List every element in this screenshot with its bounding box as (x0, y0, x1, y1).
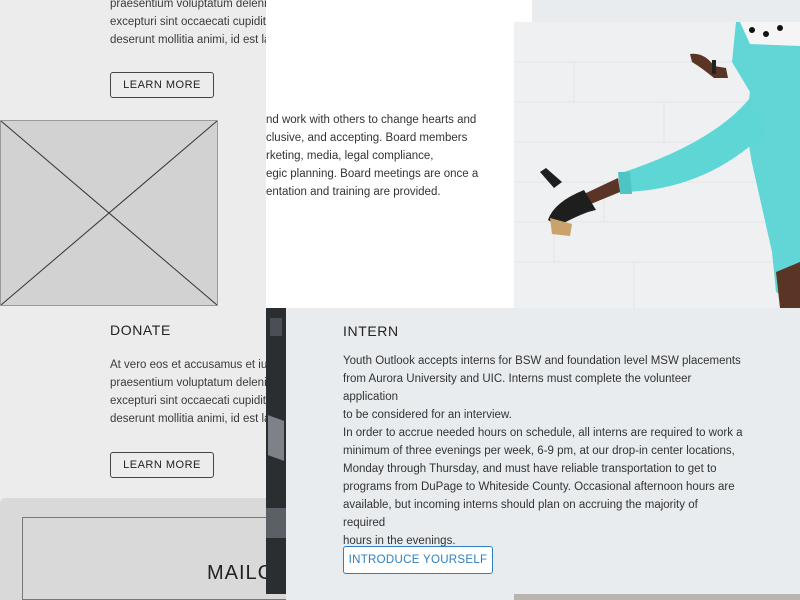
kick-photo (514, 22, 800, 308)
image-placeholder (0, 120, 218, 306)
introduce-yourself-button[interactable]: INTRODUCE YOURSELF (343, 546, 493, 574)
kicking-leg-illustration (514, 22, 800, 308)
text-line: from Aurora University and UIC. Interns … (343, 373, 692, 403)
learn-more-button[interactable]: LEARN MORE (110, 72, 214, 98)
text-line: to be considered for an interview. (343, 409, 512, 421)
text-line: rketing, media, legal compliance, (266, 150, 434, 162)
text-line: deserunt mollitia animi, id est labo (110, 413, 284, 425)
board-text: nd work with others to change hearts and… (266, 111, 486, 201)
intern-paragraph-1: Youth Outlook accepts interns for BSW an… (343, 352, 743, 424)
crossed-box-icon (0, 120, 218, 306)
donate-text: At vero eos et accusamus et iusto o prae… (110, 356, 286, 428)
learn-more-button[interactable]: LEARN MORE (110, 452, 214, 478)
text-line: praesentium voluptatum deleniti a (110, 377, 282, 389)
mail-frame (22, 517, 286, 600)
intern-heading: INTERN (343, 323, 399, 339)
wireframe-card: praesentium voluptatum deleniti a except… (0, 0, 286, 600)
text-line: Youth Outlook accepts interns for BSW an… (343, 355, 741, 367)
text-line: minimum of three evenings per week, 6-9 … (343, 445, 735, 457)
mail-heading: MAILC (207, 562, 274, 584)
text-line: Monday through Thursday, and must have r… (343, 463, 717, 475)
text-line: excepturi sint occaecati cupiditate n (110, 16, 286, 28)
text-line: deserunt mollitia animi, id est labo (110, 34, 284, 46)
text-line: available, but incoming interns should p… (343, 499, 698, 529)
text-line: egic planning. Board meetings are once a (266, 168, 479, 180)
text-line: programs from DuPage to Whiteside County… (343, 481, 735, 493)
text-line: clusive, and accepting. Board members (266, 132, 468, 144)
donate-heading: DONATE (110, 322, 171, 338)
photo-strip (266, 308, 286, 594)
text-line: nd work with others to change hearts and (266, 114, 477, 126)
text-line: entation and training are provided. (266, 186, 441, 198)
text-line: praesentium voluptatum deleniti a (110, 0, 282, 10)
intern-paragraph-2: In order to accrue needed hours on sched… (343, 424, 743, 550)
text-line: In order to accrue needed hours on sched… (343, 427, 743, 439)
text-line: At vero eos et accusamus et iusto o (110, 359, 286, 371)
text-line: excepturi sint occaecati cupiditate n (110, 395, 286, 407)
photo-edge (514, 594, 800, 600)
wireframe-text-top: praesentium voluptatum deleniti a except… (110, 0, 286, 49)
